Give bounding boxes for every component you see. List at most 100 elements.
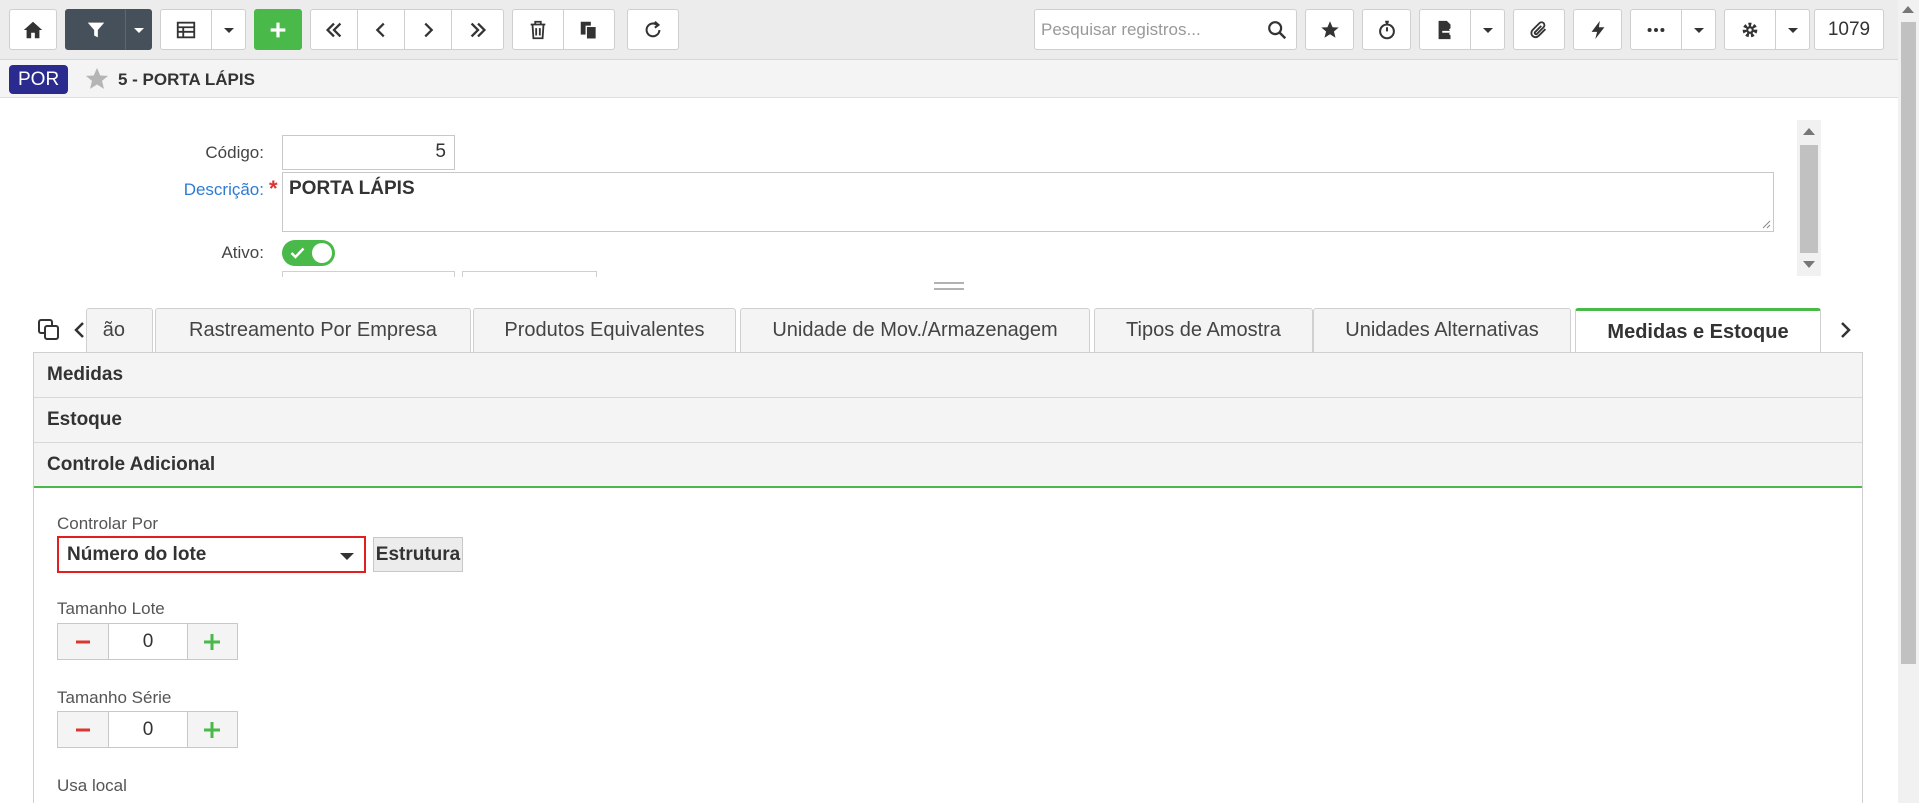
add-record-button[interactable] — [254, 9, 302, 50]
more-options-button[interactable] — [1630, 9, 1682, 50]
double-chevron-right-icon — [470, 22, 486, 37]
copy-icon[interactable] — [37, 318, 61, 342]
export-dropdown-button[interactable] — [1470, 9, 1505, 50]
tab-medidas-e-estoque[interactable]: Medidas e Estoque — [1575, 308, 1821, 353]
ativo-toggle[interactable] — [282, 240, 335, 266]
section-controle-adicional[interactable]: Controle Adicional — [34, 443, 1862, 488]
tab-scroll-right-icon[interactable] — [1834, 318, 1856, 342]
table-icon — [176, 21, 196, 38]
trash-icon — [530, 20, 546, 39]
tab-label: Unidade de Mov./Armazenagem — [772, 319, 1058, 341]
delete-button[interactable] — [512, 9, 564, 50]
paperclip-icon — [1530, 20, 1547, 38]
scroll-up-icon[interactable] — [1803, 128, 1815, 135]
codigo-label: Código: — [205, 143, 264, 162]
more-options-dropdown-button[interactable] — [1681, 9, 1716, 50]
minus-icon — [76, 728, 90, 731]
filter-dropdown-button[interactable] — [125, 9, 152, 50]
scroll-down-icon[interactable] — [1803, 261, 1815, 268]
check-icon — [290, 247, 305, 259]
home-button[interactable] — [9, 9, 57, 50]
refresh-icon — [645, 20, 661, 37]
tab-rastreamento-por-empresa[interactable]: Rastreamento Por Empresa — [155, 308, 471, 352]
tamanho-lote-label: Tamanho Lote — [57, 599, 165, 618]
usa-local-label: Usa local — [57, 776, 127, 795]
refresh-button[interactable] — [627, 9, 679, 50]
increment-button[interactable] — [187, 712, 237, 747]
caret-down-icon — [133, 27, 144, 33]
tamanho-serie-value[interactable]: 0 — [108, 711, 188, 748]
previous-record-button[interactable] — [357, 9, 405, 50]
tamanho-serie-stepper[interactable]: 0 — [57, 711, 238, 748]
descricao-value: PORTA LÁPIS — [289, 178, 415, 199]
tab-label: Medidas e Estoque — [1607, 320, 1789, 343]
chevron-right-icon — [424, 22, 434, 37]
controlar-por-select[interactable]: Número do lote — [57, 536, 366, 573]
descricao-label: Descrição: — [183, 180, 264, 199]
home-icon — [23, 21, 43, 38]
plus-icon — [204, 721, 220, 738]
decrement-button[interactable] — [58, 624, 108, 659]
hidden-field-edge — [282, 271, 455, 277]
form-scrollbar[interactable] — [1797, 120, 1821, 276]
last-record-button[interactable] — [451, 9, 504, 50]
next-record-button[interactable] — [404, 9, 452, 50]
record-count: 1079 — [1814, 9, 1884, 50]
toggle-knob — [312, 243, 332, 263]
scroll-up-icon[interactable] — [1902, 6, 1914, 13]
search-box[interactable] — [1034, 9, 1297, 50]
filter-button[interactable] — [65, 9, 126, 50]
decrement-button[interactable] — [58, 712, 108, 747]
tab-tipos-de-amostra[interactable]: Tipos de Amostra — [1094, 308, 1313, 352]
search-icon[interactable] — [1266, 19, 1288, 41]
controlar-por-label: Controlar Por — [57, 514, 159, 533]
grid-view-dropdown-button[interactable] — [211, 9, 246, 50]
tab-unidade-mov-armazenagem[interactable]: Unidade de Mov./Armazenagem — [740, 308, 1090, 352]
section-medidas[interactable]: Medidas — [34, 353, 1862, 398]
caret-down-icon — [340, 553, 354, 560]
resize-grip-icon[interactable] — [1761, 219, 1771, 229]
settings-button[interactable] — [1724, 9, 1776, 50]
plus-icon — [270, 22, 286, 37]
estrutura-button[interactable]: Estrutura — [373, 537, 463, 572]
controlar-por-value: Número do lote — [67, 544, 207, 565]
section-estoque[interactable]: Estoque — [34, 398, 1862, 443]
scroll-thumb[interactable] — [1901, 22, 1916, 664]
tab-produtos-equivalentes[interactable]: Produtos Equivalentes — [473, 308, 736, 352]
search-input[interactable] — [1035, 10, 1260, 49]
caret-down-icon — [1693, 27, 1704, 33]
actions-button[interactable] — [1573, 9, 1622, 50]
tab-partial[interactable]: ão — [86, 308, 153, 352]
lightning-icon — [1591, 20, 1604, 39]
tab-label: ão — [102, 319, 125, 341]
splitter-handle-icon[interactable] — [933, 281, 965, 291]
ellipsis-icon — [1647, 27, 1665, 32]
descricao-field[interactable]: PORTA LÁPIS — [282, 172, 1774, 232]
settings-dropdown-button[interactable] — [1775, 9, 1810, 50]
favorite-button[interactable] — [1305, 9, 1354, 50]
export-button[interactable] — [1419, 9, 1471, 50]
caret-down-icon — [1482, 27, 1493, 33]
timer-button[interactable] — [1362, 9, 1411, 50]
tab-unidades-alternativas[interactable]: Unidades Alternativas — [1313, 308, 1571, 352]
page-scrollbar[interactable] — [1898, 0, 1919, 803]
tab-label: Unidades Alternativas — [1345, 319, 1539, 341]
breadcrumb: POR 5 - PORTA LÁPIS — [0, 60, 1898, 98]
copy-record-button[interactable] — [563, 9, 615, 50]
chevron-left-icon — [375, 22, 385, 37]
tab-label: Rastreamento Por Empresa — [189, 319, 437, 341]
star-icon[interactable] — [83, 65, 111, 93]
increment-button[interactable] — [187, 624, 237, 659]
grid-view-button[interactable] — [160, 9, 212, 50]
toolbar: 1079 — [0, 0, 1898, 60]
plus-icon — [204, 633, 220, 650]
codigo-field[interactable]: 5 — [282, 135, 455, 170]
double-chevron-left-icon — [325, 22, 342, 37]
tamanho-lote-value[interactable]: 0 — [108, 623, 188, 660]
tamanho-lote-stepper[interactable]: 0 — [57, 623, 238, 660]
attachment-button[interactable] — [1513, 9, 1565, 50]
scroll-thumb[interactable] — [1800, 145, 1818, 253]
entity-badge: POR — [9, 65, 69, 94]
first-record-button[interactable] — [310, 9, 358, 50]
minus-icon — [76, 640, 90, 643]
